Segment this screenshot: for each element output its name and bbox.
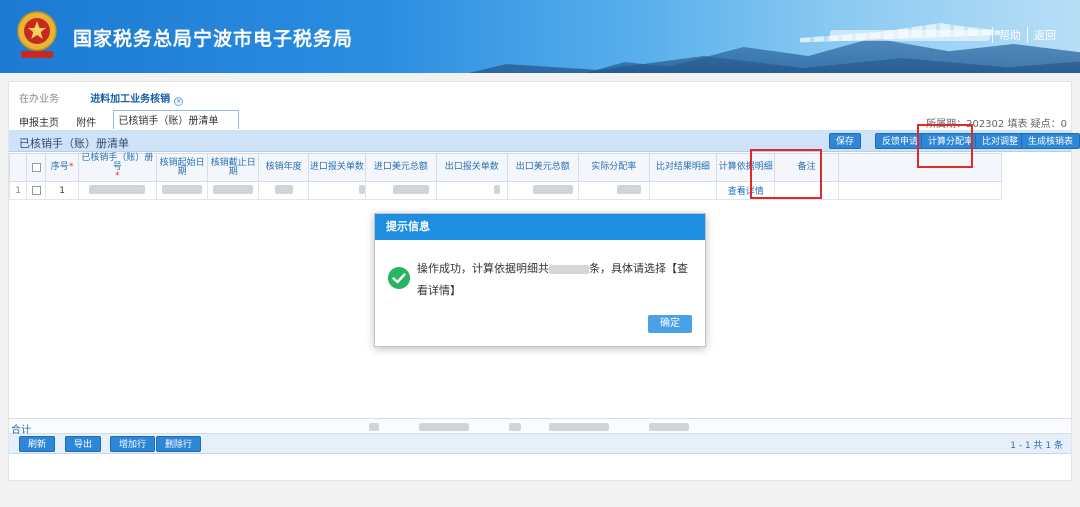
col-header: 出口报关单数	[435, 153, 508, 182]
row-number-header	[8, 153, 28, 182]
row-select	[26, 181, 47, 200]
redacted-value	[493, 184, 500, 194]
import-usd-total-cell[interactable]	[364, 181, 437, 200]
col-header: 核销年度	[258, 153, 309, 182]
empty-cell	[838, 181, 1003, 200]
help-link[interactable]: 帮助	[992, 27, 1027, 43]
redacted-value	[89, 184, 146, 194]
select-all-header	[26, 153, 47, 182]
col-header: 已核销手（账）册号 *	[77, 153, 157, 182]
col-header: 比对结果明细	[648, 153, 718, 182]
site-header: 国家税务总局宁波市电子税务局 帮助 返回	[0, 0, 1080, 73]
highlight-calc-detail-column	[750, 149, 822, 199]
site-title: 国家税务总局宁波市电子税务局	[73, 28, 354, 50]
table-header-row: 序号* 已核销手（账）册号 * 核销起始日期 核销截止日期 核销年度 进口报关单数…	[8, 153, 1071, 182]
bottom-toolbar: 刷新 导出 增加行 删除行 1 - 1 共 1 条	[9, 434, 1071, 454]
tab-processing-verification[interactable]: 进料加工业务核销 ×	[90, 90, 184, 106]
export-button[interactable]: 导出	[65, 436, 102, 452]
compare-detail-cell	[648, 181, 718, 200]
redacted-value	[392, 184, 429, 194]
subtab-verified-manual-list[interactable]: 已核销手（账）册清单	[113, 110, 240, 129]
pager-info: 1 - 1 共 1 条	[1010, 441, 1063, 451]
ok-button[interactable]: 确定	[648, 315, 692, 333]
redacted-value	[274, 184, 293, 194]
redacted-value	[649, 423, 689, 431]
tax-emblem-icon	[17, 11, 57, 58]
subtab-attachment[interactable]: 附件	[76, 114, 96, 129]
col-header: 核销起始日期	[155, 153, 209, 182]
redacted-value	[358, 184, 365, 194]
add-row-button[interactable]: 增加行	[110, 436, 156, 452]
col-header: 核销截止日期	[207, 153, 260, 182]
verified-manual-table: 序号* 已核销手（账）册号 * 核销起始日期 核销截止日期 核销年度 进口报关单数…	[8, 153, 1071, 200]
generate-verification-table-button[interactable]: 生成核销表	[1021, 133, 1080, 149]
redacted-count	[549, 264, 589, 274]
business-tabs: 在办业务 进料加工业务核销 ×	[19, 90, 211, 106]
row-number: 1	[8, 181, 28, 200]
redacted-value	[549, 423, 609, 431]
required-mark: *	[115, 171, 120, 181]
dialog-title: 提示信息	[375, 214, 705, 240]
info-dialog: 提示信息 操作成功，计算依据明细共 条，具体请选择【查看详情】 确定	[374, 213, 706, 347]
end-date-cell[interactable]	[207, 181, 260, 200]
redacted-value	[532, 184, 573, 194]
redacted-value	[213, 184, 254, 194]
redacted-value	[509, 423, 521, 431]
select-all-checkbox[interactable]	[31, 162, 41, 172]
start-date-cell[interactable]	[155, 181, 209, 200]
grid-title: 已核销手（账）册清单	[19, 137, 129, 150]
manual-no-cell[interactable]	[77, 181, 157, 200]
save-button[interactable]: 保存	[829, 133, 862, 149]
message-part: 操作成功，计算依据明细共	[417, 262, 549, 275]
user-name-redacted	[830, 30, 990, 41]
col-header: 进口美元总额	[364, 153, 437, 182]
year-cell[interactable]	[258, 181, 309, 200]
close-tab-icon[interactable]: ×	[174, 97, 184, 106]
back-link[interactable]: 返回	[1027, 27, 1062, 43]
redacted-value	[369, 423, 379, 431]
col-header: 实际分配率	[577, 153, 650, 182]
grid-toolbar: 已核销手（账）册清单 保存 反馈申请 计算分配率 比对调整 生成核销表	[9, 130, 1080, 152]
delete-row-button[interactable]: 删除行	[156, 436, 202, 452]
export-decl-count-cell[interactable]	[435, 181, 508, 200]
col-header: 序号*	[45, 153, 79, 182]
col-header: 出口美元总额	[506, 153, 579, 182]
required-mark: *	[68, 162, 74, 172]
subtab-home[interactable]: 申报主页	[19, 114, 59, 129]
header-links: 帮助 返回	[992, 27, 1062, 43]
table-row[interactable]: 1 1 查看详情	[8, 181, 1071, 200]
highlight-calc-button	[917, 124, 973, 168]
redacted-value	[419, 423, 469, 431]
compare-adjust-button[interactable]: 比对调整	[975, 133, 1026, 149]
allocation-rate-cell[interactable]	[577, 181, 650, 200]
success-check-icon	[388, 267, 410, 289]
col-header: 进口报关单数	[307, 153, 366, 182]
sub-tabs: 申报主页 附件 已核销手（账）册清单	[19, 110, 253, 131]
tab-label: 进料加工业务核销	[90, 94, 171, 105]
sum-row: 合计	[9, 418, 1071, 436]
export-usd-total-cell[interactable]	[506, 181, 579, 200]
import-decl-count-cell[interactable]	[307, 181, 366, 200]
redacted-value	[162, 184, 203, 194]
seq-cell: 1	[45, 181, 79, 200]
dialog-message: 操作成功，计算依据明细共 条，具体请选择【查看详情】	[417, 258, 697, 302]
redacted-value	[616, 184, 641, 194]
row-checkbox[interactable]	[31, 185, 41, 195]
tab-in-progress[interactable]: 在办业务	[19, 90, 59, 105]
refresh-button[interactable]: 刷新	[19, 436, 56, 452]
